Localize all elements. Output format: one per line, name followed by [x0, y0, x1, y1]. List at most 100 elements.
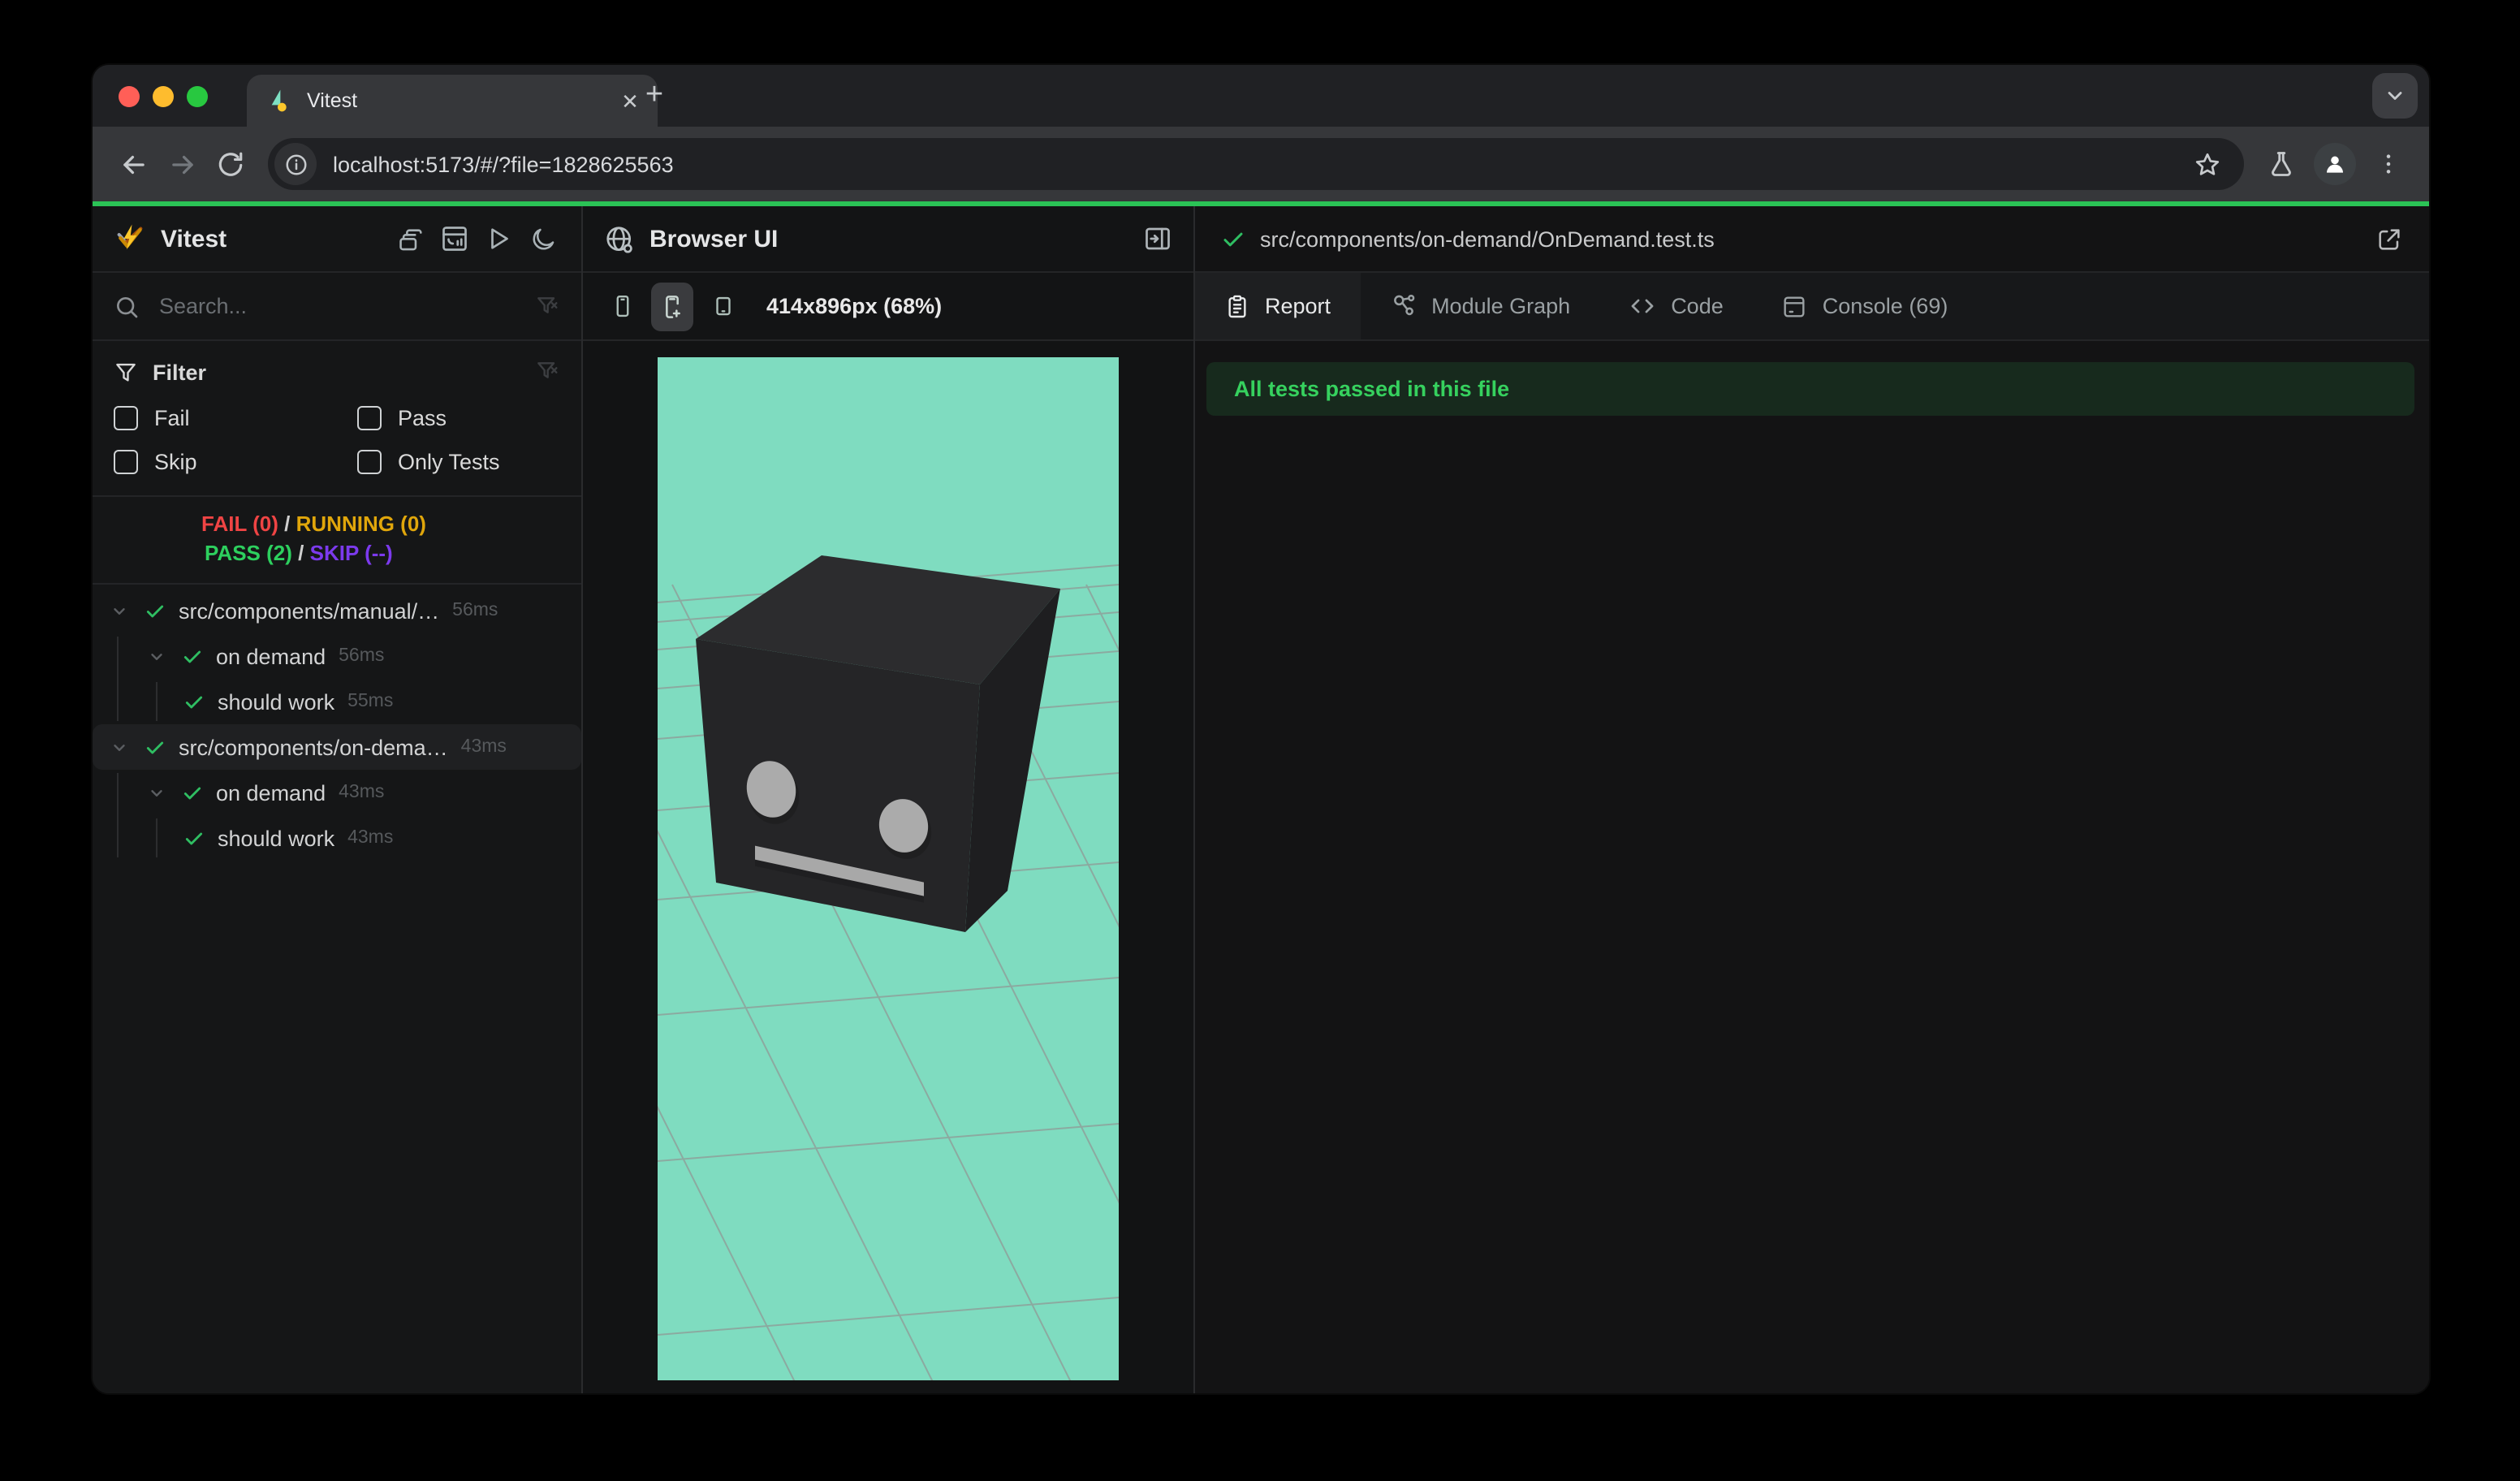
test-tree: src/components/manual/… 56ms on demand 5… — [93, 585, 581, 1393]
filter-pass-checkbox[interactable]: Pass — [357, 406, 560, 430]
test-label: should work — [218, 826, 335, 850]
experiments-flask-icon[interactable] — [2257, 140, 2306, 188]
bookmark-star-icon[interactable] — [2186, 143, 2228, 185]
test-file-row[interactable]: src/components/manual/… 56ms — [93, 588, 581, 633]
person-icon — [2327, 156, 2343, 173]
forward-button[interactable] — [158, 140, 206, 188]
filter-skip-checkbox[interactable]: Skip — [114, 450, 357, 474]
test-label: src/components/manual/… — [179, 598, 440, 623]
sidebar-header: Vitest — [93, 206, 581, 273]
tab-console[interactable]: Console (69) — [1753, 273, 1978, 339]
tree-guide-line — [156, 682, 158, 721]
profile-avatar[interactable] — [2314, 143, 2356, 185]
browser-window: Vitest ✕ + localhost:5173/#/?file=182862… — [93, 65, 2429, 1393]
globe-icon — [604, 223, 635, 254]
robot-cube-scene — [658, 357, 1119, 1380]
clear-filter-icon[interactable] — [534, 359, 560, 385]
maximize-window-button[interactable] — [187, 85, 208, 106]
tree-guide-line — [117, 773, 119, 857]
minimize-window-button[interactable] — [153, 85, 174, 106]
test-label: src/components/on-dema… — [179, 735, 448, 759]
test-duration: 56ms — [339, 646, 385, 666]
test-duration: 43ms — [460, 737, 507, 757]
test-status-summary: FAIL (0) / RUNNING (0) PASS (2) / SKIP (… — [93, 497, 581, 585]
sidebar: Vitest Search... Filter Fail Pass Skip O… — [93, 206, 583, 1393]
browser-toolbar: localhost:5173/#/?file=1828625563 — [93, 127, 2429, 201]
reload-button[interactable] — [206, 140, 255, 188]
chevron-down-icon[interactable] — [106, 602, 132, 620]
banner-text: All tests passed in this file — [1234, 377, 1510, 401]
tab-console-label: Console (69) — [1822, 294, 1948, 318]
filter-fail-checkbox[interactable]: Fail — [114, 406, 357, 430]
reload-icon — [218, 152, 243, 176]
arrow-right-icon — [171, 154, 192, 174]
pass-check-icon — [141, 600, 167, 621]
tab-search-chevron-button[interactable] — [2372, 73, 2418, 119]
back-button[interactable] — [109, 140, 158, 188]
test-case-row[interactable]: should work 43ms — [93, 815, 581, 861]
skip-count: SKIP (--) — [309, 541, 393, 565]
report-body: All tests passed in this file — [1195, 341, 2429, 1393]
pass-count: PASS (2) — [205, 541, 292, 565]
tree-guide-line — [156, 818, 158, 857]
checkbox-icon[interactable] — [357, 450, 382, 474]
vitest-favicon-icon — [266, 88, 292, 114]
filter-fail-label: Fail — [154, 406, 190, 430]
rendered-test-canvas[interactable] — [658, 357, 1119, 1380]
fail-count: FAIL (0) — [201, 512, 278, 536]
device-tablet-button[interactable] — [701, 282, 744, 330]
browser-tab[interactable]: Vitest ✕ — [247, 75, 658, 127]
checkbox-icon[interactable] — [114, 406, 138, 430]
new-tab-button[interactable]: + — [635, 76, 674, 115]
test-file-path: src/components/on-demand/OnDemand.test.t… — [1260, 227, 1715, 251]
chevron-down-icon[interactable] — [106, 738, 132, 756]
viewport-size-label: 414x896px (68%) — [766, 294, 943, 318]
dark-mode-moon-icon[interactable] — [524, 221, 560, 257]
screen: Vitest ✕ + localhost:5173/#/?file=182862… — [0, 0, 2520, 1481]
test-duration: 43ms — [339, 783, 385, 802]
tab-module-graph-label: Module Graph — [1431, 294, 1571, 318]
chevron-down-icon[interactable] — [143, 784, 169, 801]
module-graph-icon — [1393, 294, 1414, 316]
tab-code[interactable]: Code — [1599, 273, 1753, 339]
traffic-lights — [119, 85, 208, 106]
tab-strip: Vitest ✕ + — [93, 65, 2429, 127]
device-phone-small-button[interactable] — [601, 282, 643, 330]
tab-module-graph[interactable]: Module Graph — [1360, 273, 1599, 339]
search-icon — [114, 293, 140, 319]
open-panel-right-icon[interactable] — [1143, 224, 1172, 253]
test-case-row[interactable]: should work 55ms — [93, 679, 581, 724]
robot-head-cube — [696, 555, 1060, 932]
close-window-button[interactable] — [119, 85, 140, 106]
external-link-icon[interactable] — [2375, 225, 2403, 253]
search-input[interactable] — [156, 292, 518, 320]
viewport-toolbar: 414x896px (68%) — [583, 273, 1193, 341]
checkbox-icon[interactable] — [114, 450, 138, 474]
clear-filter-icon[interactable] — [534, 293, 560, 319]
code-icon — [1631, 299, 1654, 313]
collapse-panels-icon[interactable] — [393, 221, 429, 257]
checkbox-icon[interactable] — [357, 406, 382, 430]
pass-check-icon — [141, 736, 167, 758]
tab-report[interactable]: Report — [1195, 273, 1361, 339]
filter-only-tests-checkbox[interactable]: Only Tests — [357, 450, 560, 474]
dashboard-icon[interactable] — [437, 221, 472, 257]
url-text[interactable]: localhost:5173/#/?file=1828625563 — [333, 152, 2186, 176]
tab-code-label: Code — [1671, 294, 1724, 318]
browser-ui-title: Browser UI — [649, 225, 779, 253]
test-file-row-selected[interactable]: src/components/on-dema… 43ms — [93, 724, 581, 770]
chevron-down-icon[interactable] — [143, 647, 169, 665]
test-suite-row[interactable]: on demand 56ms — [93, 633, 581, 679]
arrow-left-icon — [123, 154, 144, 174]
test-duration: 55ms — [347, 692, 394, 711]
browser-menu-kebab-icon[interactable] — [2364, 140, 2413, 188]
device-phone-plus-button[interactable] — [651, 282, 693, 330]
site-info-icon[interactable] — [274, 143, 317, 185]
run-all-play-icon[interactable] — [481, 221, 516, 257]
test-duration: 43ms — [347, 828, 394, 848]
test-suite-row[interactable]: on demand 43ms — [93, 770, 581, 815]
filter-title: Filter — [153, 360, 207, 384]
address-bar[interactable]: localhost:5173/#/?file=1828625563 — [268, 138, 2244, 190]
report-panel: src/components/on-demand/OnDemand.test.t… — [1195, 206, 2429, 1393]
vitest-ui: Vitest Search... Filter Fail Pass Skip O… — [93, 206, 2429, 1393]
